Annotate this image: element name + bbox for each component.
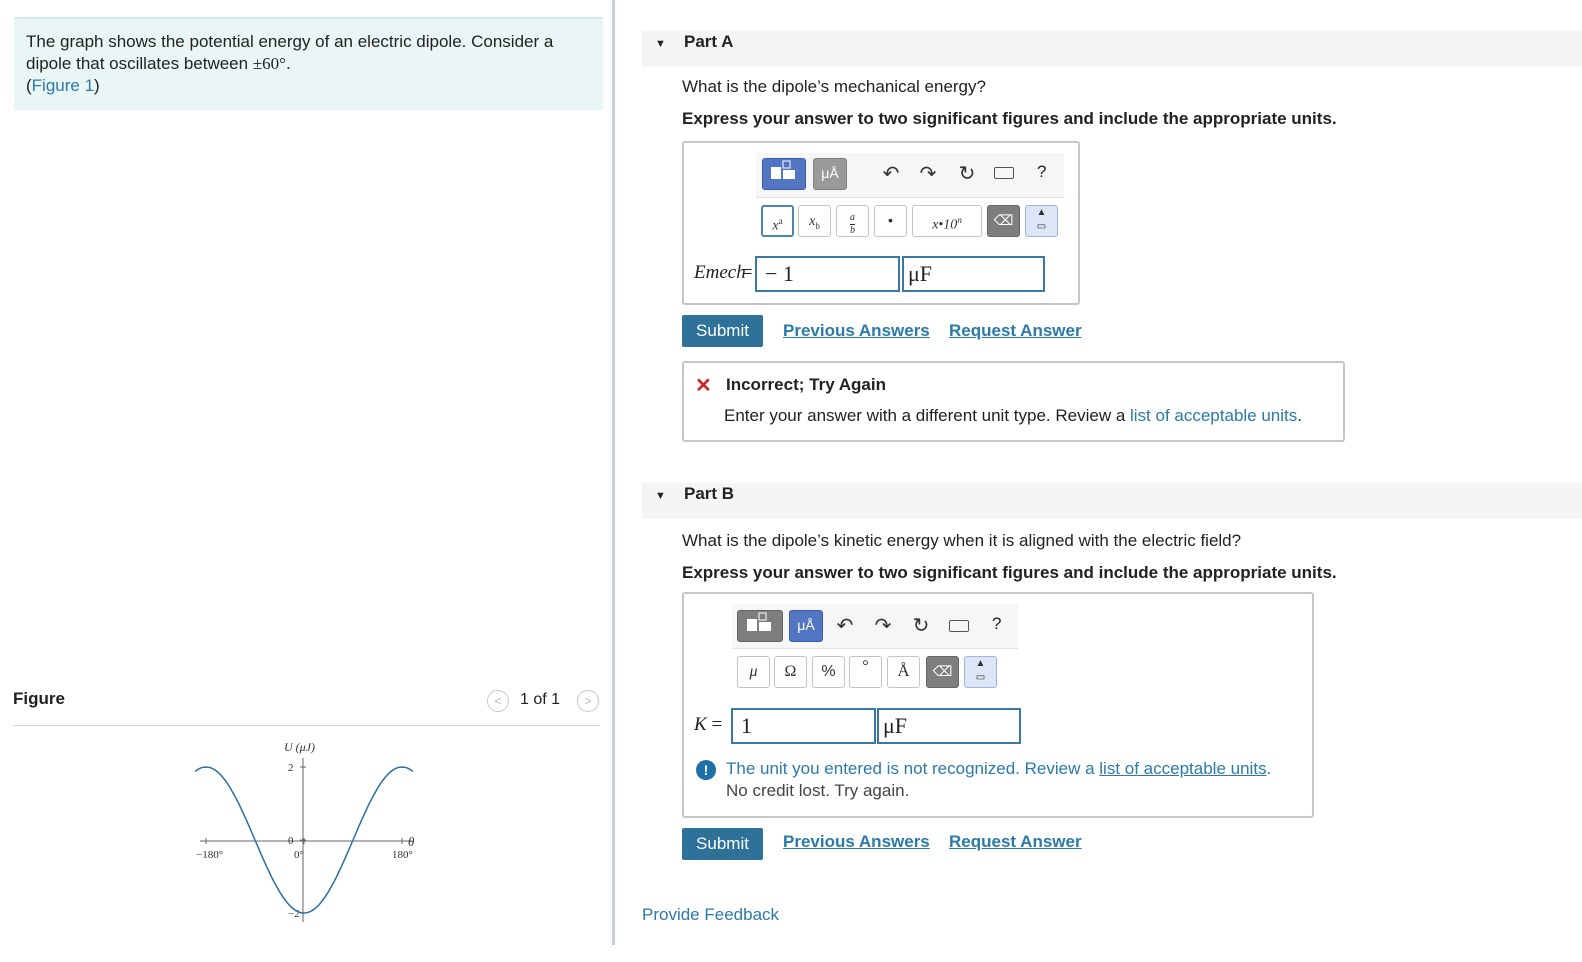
problem-intro-text: The graph shows the potential energy of … xyxy=(26,31,596,97)
part-a-feedback-box xyxy=(682,361,1345,442)
x-tick-label: 180° xyxy=(392,849,413,861)
units-label: μÅ xyxy=(797,617,815,633)
feedback-message: Enter your answer with a different unit … xyxy=(724,406,1302,425)
feedback-title: Incorrect; Try Again xyxy=(726,375,886,394)
acceptable-units-link[interactable]: list of acceptable units xyxy=(1099,759,1266,778)
keyboard-icon[interactable] xyxy=(949,620,969,632)
figure-ref-close: ) xyxy=(94,76,100,95)
scientific-notation-button[interactable]: x•10n xyxy=(912,205,982,237)
angle-value: ±60° xyxy=(252,54,286,73)
intro-line1: The graph shows the potential energy of … xyxy=(26,32,554,51)
x-axis-label: θ xyxy=(408,834,415,849)
figure-divider xyxy=(13,725,600,726)
y-tick-label: 2 xyxy=(288,762,294,774)
y-axis-label: U (μJ) xyxy=(284,740,315,754)
undo-icon[interactable]: ↶ xyxy=(832,613,858,638)
part-b-header[interactable] xyxy=(642,483,1582,519)
info-icon: ! xyxy=(696,760,716,780)
part-b-question: What is the dipole’s kinetic energy when… xyxy=(682,531,1242,550)
x-tick-label: −180° xyxy=(196,849,223,861)
keyboard-toggle-button[interactable]: ▲ ▭ xyxy=(964,656,997,688)
part-b-input-label: K = xyxy=(694,714,723,735)
potential-energy-chart: −180° 0° 180° 20−2 U (μJ) θ xyxy=(194,740,415,922)
figure-next-button[interactable]: > xyxy=(577,690,599,712)
intro-line2-end: . xyxy=(285,54,291,73)
templates-button[interactable] xyxy=(737,610,783,642)
superscript-button[interactable]: xa xyxy=(761,205,794,237)
part-b-submit-button[interactable]: Submit xyxy=(682,828,763,860)
angstrom-button[interactable]: Å xyxy=(887,656,920,688)
backspace-icon: ⌫ xyxy=(932,663,953,679)
part-a-question: What is the dipole’s mechanical energy? xyxy=(682,77,986,96)
figure-page-count: 1 of 1 xyxy=(520,691,561,708)
caret-down-icon[interactable]: ▼ xyxy=(655,38,666,50)
omega-button[interactable]: Ω xyxy=(774,656,807,688)
part-a-previous-answers-link[interactable]: Previous Answers xyxy=(783,321,930,341)
caret-down-icon[interactable]: ▼ xyxy=(655,490,666,502)
part-b-warning-line2: No credit lost. Try again. xyxy=(726,781,910,800)
part-a-submit-button[interactable]: Submit xyxy=(682,315,763,347)
part-b-instruction: Express your answer to two significant f… xyxy=(682,563,1337,582)
column-divider[interactable] xyxy=(612,0,615,945)
redo-icon[interactable]: ↷ xyxy=(870,613,896,638)
keyboard-toggle-icon: ▲ ▭ xyxy=(1036,207,1047,232)
y-tick-label: 0 xyxy=(288,835,294,847)
degree-button[interactable]: ° xyxy=(849,656,882,688)
templates-icon xyxy=(747,612,771,631)
part-b-title: Part B xyxy=(684,484,735,503)
intro-line2: dipole that oscillates between xyxy=(26,54,253,73)
backspace-button[interactable]: ⌫ xyxy=(987,205,1020,237)
part-b-value-input[interactable]: 1 xyxy=(731,708,876,744)
reset-icon[interactable]: ↻ xyxy=(908,613,934,638)
chevron-left-icon: < xyxy=(494,694,502,708)
keyboard-icon[interactable] xyxy=(994,167,1014,179)
x-tick-label: 0° xyxy=(294,849,304,861)
acceptable-units-link[interactable]: list of acceptable units xyxy=(1130,406,1297,425)
dot-button[interactable]: • xyxy=(874,205,907,237)
figure-link[interactable]: Figure 1 xyxy=(32,76,94,95)
provide-feedback-link[interactable]: Provide Feedback xyxy=(642,905,779,925)
percent-button[interactable]: % xyxy=(812,656,845,688)
backspace-icon: ⌫ xyxy=(993,212,1014,228)
help-icon[interactable]: ? xyxy=(1037,162,1046,182)
part-a-unit-input[interactable]: μF xyxy=(902,256,1045,292)
templates-icon xyxy=(771,160,795,179)
fraction-button[interactable]: ab xyxy=(836,205,869,237)
part-a-value-input[interactable]: − 1 xyxy=(755,256,900,292)
part-a-header[interactable] xyxy=(642,31,1582,67)
help-icon[interactable]: ? xyxy=(992,614,1001,634)
units-label: μÅ xyxy=(821,165,839,181)
part-b-warning: The unit you entered is not recognized. … xyxy=(726,759,1272,778)
part-a-title: Part A xyxy=(684,32,734,51)
chevron-right-icon: > xyxy=(584,694,592,708)
reset-icon[interactable]: ↻ xyxy=(954,161,980,186)
part-a-request-answer-link[interactable]: Request Answer xyxy=(949,321,1082,341)
part-a-input-label: Emech= xyxy=(694,262,753,283)
keyboard-toggle-icon: ▲ ▭ xyxy=(975,658,986,683)
part-a-instruction: Express your answer to two significant f… xyxy=(682,109,1337,128)
undo-icon[interactable]: ↶ xyxy=(878,161,904,186)
subscript-button[interactable]: xb xyxy=(798,205,831,237)
part-b-previous-answers-link[interactable]: Previous Answers xyxy=(783,832,930,852)
figure-prev-button[interactable]: < xyxy=(487,690,509,712)
templates-button[interactable] xyxy=(762,158,806,190)
units-button[interactable]: μÅ xyxy=(789,610,823,642)
part-b-unit-input[interactable]: μF xyxy=(877,708,1021,744)
part-b-request-answer-link[interactable]: Request Answer xyxy=(949,832,1082,852)
mu-button[interactable]: μ xyxy=(737,656,770,688)
redo-icon[interactable]: ↷ xyxy=(915,161,941,186)
figure-label: Figure xyxy=(13,689,65,708)
backspace-button[interactable]: ⌫ xyxy=(926,656,959,688)
error-x-icon: ✕ xyxy=(695,375,712,397)
keyboard-toggle-button[interactable]: ▲ ▭ xyxy=(1025,205,1058,237)
units-button[interactable]: μÅ xyxy=(813,158,847,190)
